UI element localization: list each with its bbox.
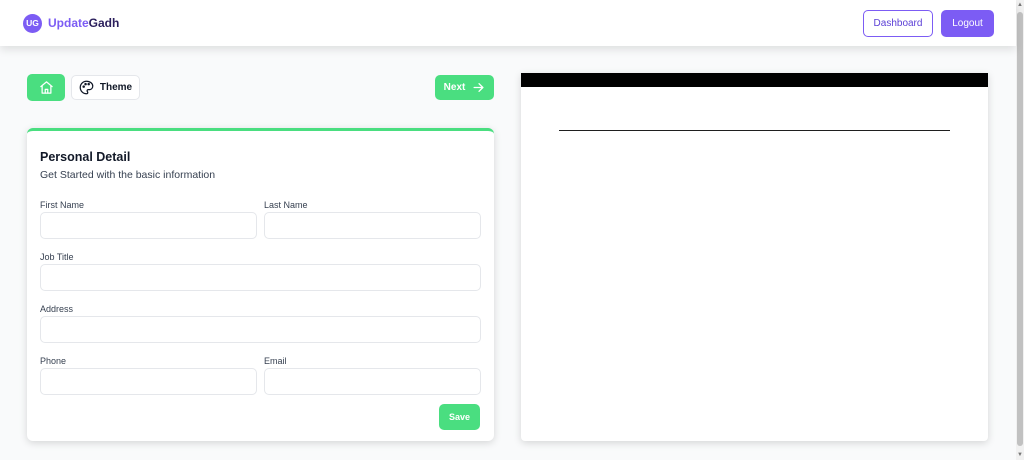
dashboard-button[interactable]: Dashboard <box>863 9 933 37</box>
header-actions: Dashboard Logout <box>863 9 994 37</box>
logo-badge: UG <box>23 13 42 33</box>
last-name-label: Last Name <box>264 200 308 210</box>
last-name-input[interactable] <box>264 212 481 239</box>
theme-label: Theme <box>99 82 133 93</box>
top-navbar: UG UpdateGadh Dashboard Logout <box>0 0 1016 46</box>
arrow-right-icon <box>473 83 484 92</box>
email-input[interactable] <box>264 368 481 395</box>
brand[interactable]: UG UpdateGadh <box>23 13 119 33</box>
scroll-down-icon[interactable]: ▼ <box>1017 452 1023 458</box>
save-button[interactable]: Save <box>439 404 480 430</box>
address-input[interactable] <box>40 316 481 343</box>
job-title-input[interactable] <box>40 264 481 291</box>
scroll-thumb[interactable] <box>1017 12 1023 446</box>
preview-top-border <box>521 73 988 87</box>
brand-name-part1: Update <box>48 16 89 30</box>
phone-label: Phone <box>40 356 67 366</box>
palette-icon <box>79 80 94 95</box>
scroll-up-icon[interactable]: ▲ <box>1017 2 1023 8</box>
address-label: Address <box>40 304 74 314</box>
job-title-label: Job Title <box>40 252 74 262</box>
form-title: Personal Detail <box>40 150 131 164</box>
page: UG UpdateGadh Dashboard Logout Theme Nex… <box>0 0 1024 460</box>
home-button[interactable] <box>27 74 65 101</box>
next-label: Next <box>443 82 466 93</box>
personal-detail-card: Personal Detail Get Started with the bas… <box>27 128 494 441</box>
first-name-label: First Name <box>40 200 85 210</box>
first-name-input[interactable] <box>40 212 257 239</box>
resume-preview <box>521 73 988 441</box>
page-scrollbar[interactable]: ▲ ▼ <box>1016 0 1024 460</box>
email-label: Email <box>264 356 287 366</box>
logout-button[interactable]: Logout <box>941 9 994 37</box>
preview-divider <box>559 130 950 131</box>
brand-name: UpdateGadh <box>48 16 119 30</box>
brand-name-part2: Gadh <box>88 16 120 30</box>
theme-button[interactable]: Theme <box>71 75 140 100</box>
phone-input[interactable] <box>40 368 257 395</box>
home-icon <box>39 81 53 94</box>
next-button[interactable]: Next <box>435 75 494 100</box>
form-subtitle: Get Started with the basic information <box>40 169 216 181</box>
